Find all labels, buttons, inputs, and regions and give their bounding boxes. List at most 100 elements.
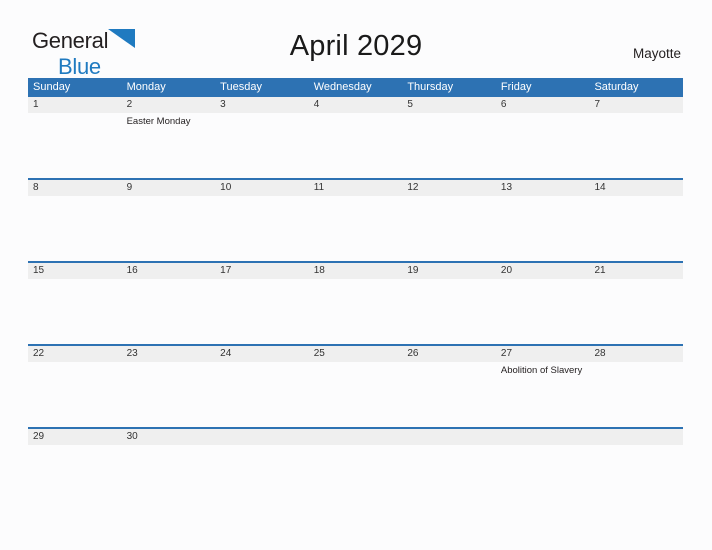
- day-cell-13[interactable]: [496, 196, 590, 261]
- day-cell-14[interactable]: [589, 196, 683, 261]
- day-number-20[interactable]: 20: [496, 263, 590, 279]
- weekday-header-tuesday: Tuesday: [220, 81, 262, 93]
- day-cell-15[interactable]: [28, 279, 122, 344]
- calendar-week-row: 15 16 17 18 19 20 21: [28, 261, 683, 344]
- event-band: Abolition of Slavery: [28, 362, 683, 427]
- day-number-3[interactable]: 3: [215, 97, 309, 113]
- day-cell-7[interactable]: [589, 113, 683, 178]
- event-band: [28, 445, 683, 465]
- day-number-13[interactable]: 13: [496, 180, 590, 196]
- weekday-header-wednesday: Wednesday: [313, 81, 372, 93]
- day-number-17[interactable]: 17: [215, 263, 309, 279]
- day-cell-30[interactable]: [122, 445, 216, 465]
- calendar-grid: Sunday Monday Tuesday Wednesday Thursday Frid…: [28, 78, 683, 465]
- day-number-24[interactable]: 24: [215, 346, 309, 362]
- day-cell-empty: [215, 445, 309, 465]
- day-cell-24[interactable]: [215, 362, 309, 427]
- calendar-weeks: 1 2 3 4 5 6 7 Easter Monday 8 9 10 11 12 13 14 15 16 17 18…: [28, 97, 683, 465]
- day-number-10[interactable]: 10: [215, 180, 309, 196]
- day-cell-16[interactable]: [122, 279, 216, 344]
- calendar-location: Mayotte: [632, 46, 681, 61]
- day-number-27[interactable]: 27: [496, 346, 590, 362]
- day-cell-22[interactable]: [28, 362, 122, 427]
- day-number-26[interactable]: 26: [402, 346, 496, 362]
- weekday-header-friday: Friday: [500, 81, 532, 93]
- day-cell-6[interactable]: [496, 113, 590, 178]
- day-number-18[interactable]: 18: [309, 263, 403, 279]
- day-number-4[interactable]: 4: [309, 97, 403, 113]
- day-number-23[interactable]: 23: [122, 346, 216, 362]
- weekday-header-row: Sunday Monday Tuesday Wednesday Thursday Frid…: [28, 78, 683, 97]
- day-cell-2[interactable]: Easter Monday: [122, 113, 216, 178]
- weekday-header-monday: Monday: [126, 81, 166, 93]
- calendar-week-row: 8 9 10 11 12 13 14: [28, 178, 683, 261]
- day-cell-empty: [496, 445, 590, 465]
- day-number-2[interactable]: 2: [122, 97, 216, 113]
- day-number-30[interactable]: 30: [122, 429, 216, 445]
- calendar-week-row: 22 23 24 25 26 27 28 Abolition of Slavery: [28, 344, 683, 427]
- day-number-empty: [589, 429, 683, 445]
- day-cell-empty: [309, 445, 403, 465]
- day-cell-29[interactable]: [28, 445, 122, 465]
- day-cell-21[interactable]: [589, 279, 683, 344]
- day-cell-empty: [589, 445, 683, 465]
- event-band: [28, 279, 683, 344]
- day-cell-1[interactable]: [28, 113, 122, 178]
- day-cell-28[interactable]: [589, 362, 683, 427]
- day-cell-26[interactable]: [402, 362, 496, 427]
- calendar-week-row: 1 2 3 4 5 6 7 Easter Monday: [28, 97, 683, 178]
- day-number-7[interactable]: 7: [589, 97, 683, 113]
- day-cell-27[interactable]: Abolition of Slavery: [496, 362, 590, 427]
- page-title: April 2029: [289, 30, 423, 62]
- day-cell-18[interactable]: [309, 279, 403, 344]
- event-band: Easter Monday: [28, 113, 683, 178]
- weekday-header-saturday: Saturday: [594, 81, 639, 93]
- event-band: [28, 196, 683, 261]
- day-cell-17[interactable]: [215, 279, 309, 344]
- day-cell-25[interactable]: [309, 362, 403, 427]
- day-cell-10[interactable]: [215, 196, 309, 261]
- day-number-9[interactable]: 9: [122, 180, 216, 196]
- day-cell-19[interactable]: [402, 279, 496, 344]
- day-number-19[interactable]: 19: [402, 263, 496, 279]
- day-cell-5[interactable]: [402, 113, 496, 178]
- day-number-empty: [309, 429, 403, 445]
- date-number-band: 8 9 10 11 12 13 14: [28, 180, 683, 196]
- day-number-5[interactable]: 5: [402, 97, 496, 113]
- day-cell-20[interactable]: [496, 279, 590, 344]
- day-number-16[interactable]: 16: [122, 263, 216, 279]
- day-number-22[interactable]: 22: [28, 346, 122, 362]
- day-number-1[interactable]: 1: [28, 97, 122, 113]
- page-header: General Blue April 2029 Mayotte: [0, 0, 712, 78]
- day-cell-9[interactable]: [122, 196, 216, 261]
- day-number-8[interactable]: 8: [28, 180, 122, 196]
- event-label: Abolition of Slavery: [500, 365, 583, 376]
- calendar-week-row: 29 30: [28, 427, 683, 465]
- date-number-band: 1234567: [28, 97, 683, 113]
- date-number-band: 22 23 24 25 26 27 28: [28, 346, 683, 362]
- day-number-15[interactable]: 15: [28, 263, 122, 279]
- day-number-empty: [402, 429, 496, 445]
- date-number-band: 15 16 17 18 19 20 21: [28, 263, 683, 279]
- day-cell-12[interactable]: [402, 196, 496, 261]
- day-cell-23[interactable]: [122, 362, 216, 427]
- day-number-29[interactable]: 29: [28, 429, 122, 445]
- day-cell-3[interactable]: [215, 113, 309, 178]
- weekday-header-sunday: Sunday: [33, 81, 71, 93]
- day-number-14[interactable]: 14: [589, 180, 683, 196]
- day-number-21[interactable]: 21: [589, 263, 683, 279]
- day-cell-empty: [402, 445, 496, 465]
- event-label: Easter Monday: [126, 116, 191, 127]
- date-number-band: 29 30: [28, 429, 683, 445]
- day-number-28[interactable]: 28: [589, 346, 683, 362]
- day-number-12[interactable]: 12: [402, 180, 496, 196]
- day-cell-11[interactable]: [309, 196, 403, 261]
- day-number-empty: [496, 429, 590, 445]
- day-cell-8[interactable]: [28, 196, 122, 261]
- day-number-6[interactable]: 6: [496, 97, 590, 113]
- day-number-11[interactable]: 11: [309, 180, 403, 196]
- day-cell-4[interactable]: [309, 113, 403, 178]
- day-number-25[interactable]: 25: [309, 346, 403, 362]
- day-number-empty: [215, 429, 309, 445]
- weekday-header-thursday: Thursday: [407, 81, 454, 93]
